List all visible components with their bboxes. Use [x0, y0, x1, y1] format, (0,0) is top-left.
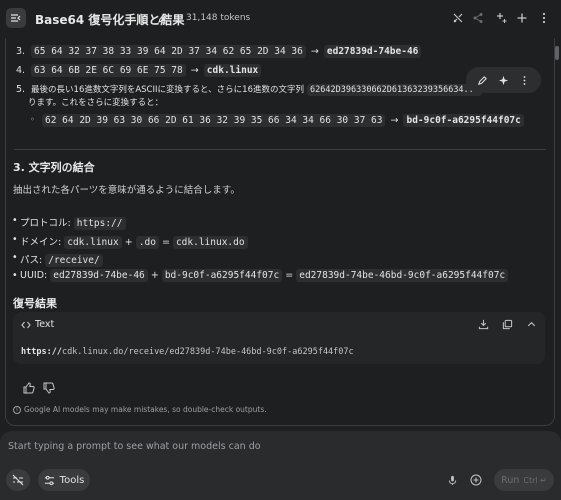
share-icon[interactable] — [471, 11, 485, 25]
prompt-area: Start typing a prompt to see what our mo… — [0, 431, 561, 500]
decoded-code: ed27839d-74be-46 — [323, 45, 422, 58]
menu-button[interactable] — [6, 8, 26, 28]
arrow: → — [310, 46, 319, 57]
scrollbar-thumb[interactable] — [555, 46, 559, 60]
run-button[interactable]: Run Ctrl ↵ — [494, 469, 554, 491]
list-item: パス: /receive/ — [12, 252, 103, 267]
code-url: cdk.linux.do/receive/ed27839d-74be-46bd-… — [61, 347, 354, 357]
code-value: bd-9c0f-a6295f44f07c — [161, 269, 283, 282]
tools-button[interactable]: Tools — [38, 469, 90, 491]
prompt-input[interactable]: Start typing a prompt to see what our mo… — [8, 441, 261, 452]
token-count: 31,148 tokens — [186, 13, 251, 23]
mic-button[interactable] — [442, 469, 462, 491]
operator: = — [285, 270, 294, 281]
edit-icon[interactable] — [157, 12, 169, 24]
collapse-icon[interactable] — [526, 319, 537, 330]
code-value: .do — [135, 236, 159, 249]
add-circle-icon — [470, 474, 482, 486]
code-value: cdk.linux — [64, 236, 122, 249]
list-item: ドメイン: cdk.linux + .do = cdk.linux.do — [12, 234, 248, 249]
bullet-label: パス: — [20, 255, 43, 266]
add-icon[interactable] — [515, 11, 529, 25]
tune-button[interactable] — [6, 469, 30, 491]
hex-code: 62 64 2D 39 63 30 66 2D 61 36 32 39 35 6… — [42, 114, 386, 127]
thumbs-up-icon[interactable] — [22, 381, 36, 395]
more-icon[interactable] — [537, 11, 551, 25]
code-value: /receive/ — [45, 254, 103, 267]
section-description: 抽出された各パーツを意味が通るように結合します。 — [13, 185, 240, 196]
arrow: → — [390, 115, 399, 126]
mic-icon — [448, 475, 456, 485]
bullet-label: ドメイン: — [20, 237, 62, 248]
result-heading: 復号結果 — [13, 297, 57, 310]
divider — [14, 149, 546, 150]
sparkle-icon[interactable] — [498, 75, 509, 86]
add-media-button[interactable] — [466, 469, 486, 491]
hex-code: 65 64 32 37 38 33 39 64 2D 37 34 62 65 2… — [31, 45, 306, 58]
sub-list-item: ◦ 62 64 2D 39 63 30 66 2D 61 36 32 39 35… — [30, 114, 524, 128]
list-number: 4. — [16, 65, 26, 76]
tune-off-icon — [12, 474, 24, 486]
operator: + — [124, 237, 133, 248]
list-number: 3. — [16, 46, 26, 57]
list-item: 5. 最後の長い16進数文字列をASCIIに変換すると、さらに16進数の文字列 … — [16, 83, 536, 97]
header: Base64 復号化手順と結果 31,148 tokens — [0, 0, 561, 38]
list-number: 5. — [16, 84, 26, 95]
code-scheme: https:// — [21, 347, 62, 357]
code-value: https:// — [73, 217, 126, 230]
list-item: プロトコル: https:// — [12, 215, 126, 230]
disclaimer-text: Google AI models may make mistakes, so d… — [24, 405, 267, 414]
hex-code: 62642D396330662D61363239356634... — [307, 84, 482, 96]
compare-icon[interactable] — [451, 11, 465, 25]
code-icon — [21, 321, 31, 329]
code-content: https://cdk.linux.do/receive/ed27839d-74… — [21, 347, 354, 357]
code-block: Text https://cdk.linux.do/receive/ed2783… — [13, 312, 545, 364]
bullet-label: UUID: — [20, 270, 48, 281]
menu-icon — [11, 14, 21, 22]
chat-content: 3. 65 64 32 37 38 33 39 64 2D 37 34 62 6… — [0, 38, 561, 428]
section-heading: 3. 文字列の結合 — [13, 161, 95, 174]
download-icon[interactable] — [478, 319, 489, 330]
hex-code: 63 64 6B 2E 6C 69 6E 75 78 — [31, 64, 186, 77]
code-language-label: Text — [35, 319, 55, 330]
operator: = — [161, 237, 170, 248]
tools-label: Tools — [59, 474, 85, 486]
edit-icon[interactable] — [477, 75, 488, 86]
list-item: UUID: ed27839d-74be-46 + bd-9c0f-a6295f4… — [12, 269, 509, 282]
list-item: 4. 63 64 6B 2E 6C 69 6E 75 78 → cdk.linu… — [16, 64, 262, 78]
code-block-header: Text — [13, 312, 545, 336]
run-label: Run — [501, 474, 520, 486]
copy-icon[interactable] — [502, 319, 513, 330]
bullet-label: プロトコル: — [20, 218, 71, 229]
thumbs-down-icon[interactable] — [42, 381, 56, 395]
list-item: 3. 65 64 32 37 38 33 39 64 2D 37 34 62 6… — [16, 45, 422, 59]
run-shortcut: Ctrl ↵ — [523, 475, 547, 485]
code-value: cdk.linux.do — [172, 236, 248, 249]
list-text: 最後の長い16進数文字列をASCIIに変換すると、さらに16進数の文字列 — [31, 85, 304, 95]
disclaimer: i Google AI models may make mistakes, so … — [13, 405, 267, 414]
list-text: ります。これをさらに変換すると： — [28, 98, 164, 108]
code-value: ed27839d-74be-46bd-9c0f-a6295f44f07c — [296, 269, 509, 282]
sparkle-icon[interactable] — [494, 11, 508, 25]
decoded-code: cdk.linux — [203, 64, 262, 77]
message-action-bar — [466, 67, 541, 93]
operator: + — [150, 270, 159, 281]
tools-icon — [44, 475, 54, 485]
info-icon: i — [13, 406, 21, 414]
more-icon[interactable] — [519, 75, 530, 86]
code-value: ed27839d-74be-46 — [50, 269, 148, 282]
arrow: → — [190, 65, 199, 76]
decoded-code: bd-9c0f-a6295f44f07c — [403, 114, 524, 127]
